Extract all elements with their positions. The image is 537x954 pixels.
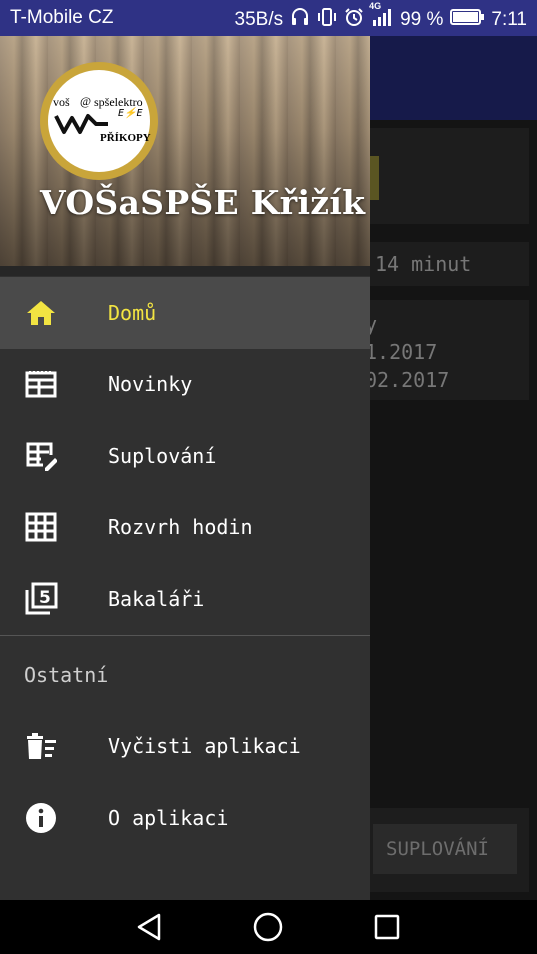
background-button-label: SUPLOVÁNÍ — [386, 838, 489, 860]
menu-item-label: Rozvrh hodin — [108, 515, 253, 540]
drawer-header: voš @ spšelektro E⚡E PŘÍKOPY VOŠaSPŠE Kř… — [0, 36, 370, 266]
menu-item-label: Vyčisti aplikaci — [108, 734, 301, 759]
signal-icon: 4G — [369, 1, 393, 33]
timetable-icon — [24, 510, 58, 544]
background-card-timer: 14 minut — [365, 242, 529, 286]
menu-item-label: Novinky — [108, 372, 193, 397]
background-timer-text: 14 minut — [375, 252, 472, 276]
school-logo: voš @ spšelektro E⚡E PŘÍKOPY — [40, 62, 158, 180]
background-bottom-card: SUPLOVÁNÍ — [365, 808, 529, 892]
menu-item-label: Suplování — [108, 443, 217, 468]
svg-text:5: 5 — [39, 588, 51, 608]
background-line-2: 1.2017 — [365, 340, 438, 364]
vibrate-icon — [317, 7, 337, 33]
menu-item-suplovani[interactable]: Suplování — [0, 420, 370, 492]
clear-app-icon — [24, 729, 58, 763]
section-title: Ostatní — [24, 662, 109, 687]
header-divider — [0, 266, 370, 276]
logo-text-vos: voš — [53, 95, 70, 109]
at-icon: @ — [80, 94, 92, 108]
home-icon — [24, 296, 58, 330]
background-card-dates: y 1.2017 02.2017 — [365, 300, 529, 400]
battery-icon — [450, 8, 485, 32]
bakalari-icon: 5 — [24, 582, 58, 616]
recents-icon[interactable] — [370, 911, 404, 943]
headphones-icon — [290, 7, 310, 33]
background-card-top — [365, 128, 529, 224]
drawer-menu: Domů Novinky Suplování Rozvrh hodin 5 Ba… — [0, 277, 370, 854]
status-icons: 35B/s 4G 99 % 7:11 — [234, 1, 527, 33]
menu-item-o-aplikaci[interactable]: O aplikaci — [0, 782, 370, 854]
news-icon — [24, 367, 58, 401]
school-name: VOŠaSPŠE Křižík — [40, 183, 366, 222]
logo-text-prikopy: PŘÍKOPY — [100, 132, 151, 144]
menu-item-bakalari[interactable]: 5 Bakaláři — [0, 563, 370, 635]
carrier-label: T-Mobile CZ — [10, 7, 114, 28]
menu-item-novinky[interactable]: Novinky — [0, 349, 370, 421]
back-icon[interactable] — [133, 911, 167, 943]
clock-label: 7:11 — [491, 9, 527, 30]
background-suplovani-button: SUPLOVÁNÍ — [373, 824, 517, 874]
status-bar: T-Mobile CZ 35B/s 4G 99 % 7:11 — [0, 0, 537, 36]
network-label: 4G — [369, 1, 382, 11]
navigation-drawer: voš @ spšelektro E⚡E PŘÍKOPY VOŠaSPŠE Kř… — [0, 36, 370, 900]
home-button-icon[interactable] — [251, 911, 285, 943]
info-icon — [24, 801, 58, 835]
section-header-ostatni: Ostatní — [0, 636, 370, 711]
speed-label: 35B/s — [234, 9, 284, 30]
alarm-icon — [344, 7, 364, 33]
menu-item-vycisti-aplikaci[interactable]: Vyčisti aplikaci — [0, 711, 370, 783]
background-line-3: 02.2017 — [365, 368, 450, 392]
battery-label: 99 % — [400, 9, 444, 30]
menu-item-label: Domů — [108, 300, 157, 325]
menu-item-label: O aplikaci — [108, 805, 229, 830]
system-navigation-bar — [0, 900, 537, 954]
lightning-icon: E⚡E — [118, 108, 143, 119]
substitution-icon — [24, 439, 58, 473]
menu-item-domu[interactable]: Domů — [0, 277, 370, 349]
menu-item-rozvrh-hodin[interactable]: Rozvrh hodin — [0, 492, 370, 564]
menu-item-label: Bakaláři — [108, 586, 205, 611]
